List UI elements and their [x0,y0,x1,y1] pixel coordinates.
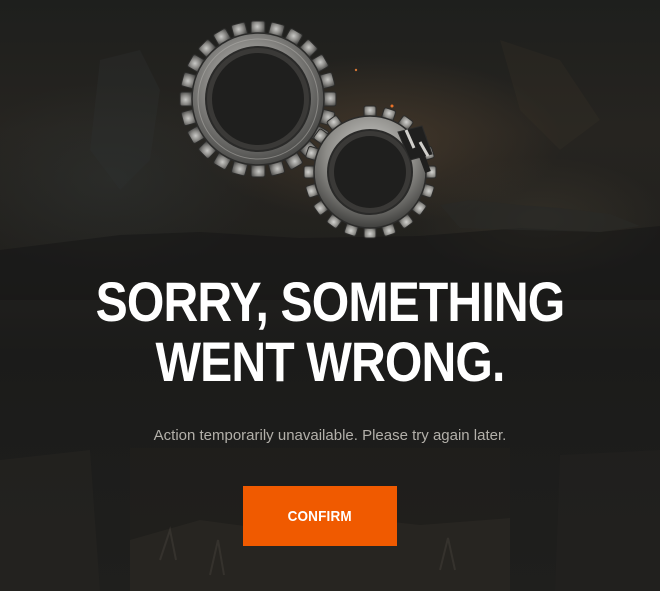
headline-line-2: WENT WRONG. [155,330,505,393]
headline-line-1: SORRY, SOMETHING [95,270,566,333]
small-gear-icon [303,105,437,239]
error-screen: SORRY, SOMETHING WENT WRONG. Action temp… [0,0,660,591]
error-message: Action temporarily unavailable. Please t… [153,427,507,444]
confirm-button-label: CONFIRM [287,507,353,525]
broken-gears-icon [179,20,437,239]
error-headline: SORRY, SOMETHING WENT WRONG. [46,272,614,392]
confirm-button[interactable]: CONFIRM [243,486,397,546]
